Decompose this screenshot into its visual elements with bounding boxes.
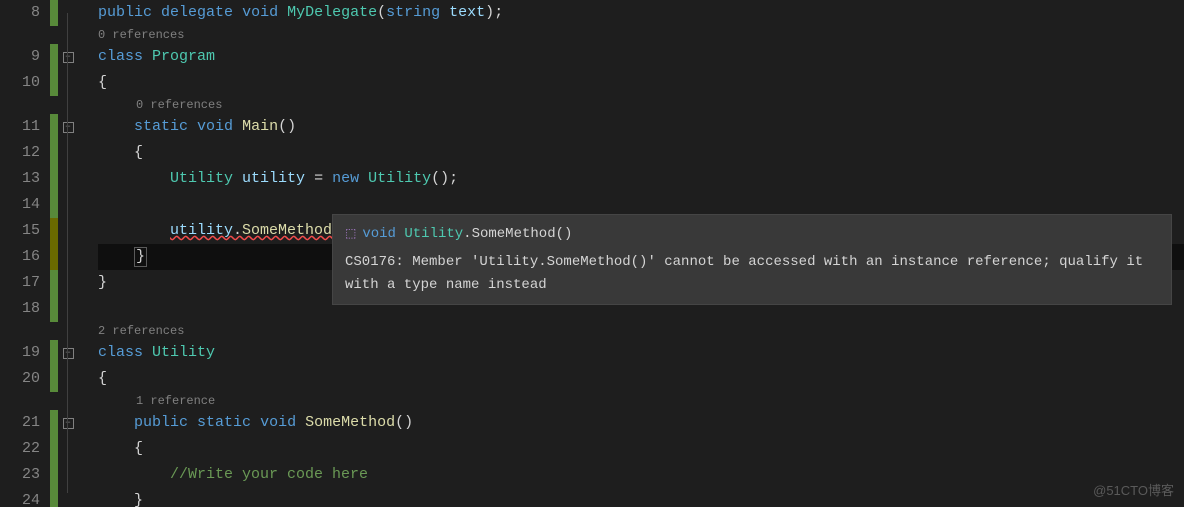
fold-toggle[interactable]: − bbox=[63, 418, 74, 429]
code-line: //Write your code here bbox=[98, 462, 1184, 488]
fold-toggle[interactable]: − bbox=[63, 122, 74, 133]
code-line: { bbox=[98, 70, 1184, 96]
line-number-gutter: 8 9 10 11 12 13 14 15 16 17 18 19 20 21 … bbox=[0, 0, 50, 507]
fold-gutter: − − − − bbox=[58, 0, 78, 507]
change-marks bbox=[50, 0, 58, 507]
code-line: Utility utility = new Utility(); bbox=[98, 166, 1184, 192]
code-line: public delegate void MyDelegate(string t… bbox=[98, 0, 1184, 26]
code-line: static void Main() bbox=[98, 114, 1184, 140]
tooltip-signature: ⬚void Utility.SomeMethod() bbox=[345, 223, 1159, 245]
codelens[interactable]: 1 reference bbox=[98, 392, 1184, 410]
codelens[interactable]: 0 references bbox=[98, 96, 1184, 114]
code-line: } bbox=[98, 488, 1184, 507]
code-line: class Program bbox=[98, 44, 1184, 70]
code-editor[interactable]: 8 9 10 11 12 13 14 15 16 17 18 19 20 21 … bbox=[0, 0, 1184, 507]
method-icon: ⬚ bbox=[345, 227, 356, 241]
code-line: class Utility bbox=[98, 340, 1184, 366]
code-line: public static void SomeMethod() bbox=[98, 410, 1184, 436]
fold-toggle[interactable]: − bbox=[63, 52, 74, 63]
codelens[interactable]: 2 references bbox=[98, 322, 1184, 340]
code-line: { bbox=[98, 140, 1184, 166]
code-line: { bbox=[98, 436, 1184, 462]
codelens[interactable]: 0 references bbox=[98, 26, 1184, 44]
tooltip-error-text: CS0176: Member 'Utility.SomeMethod()' ca… bbox=[345, 251, 1159, 296]
watermark: @51CTO博客 bbox=[1093, 480, 1174, 499]
code-line: { bbox=[98, 366, 1184, 392]
error-tooltip: ⬚void Utility.SomeMethod() CS0176: Membe… bbox=[332, 214, 1172, 305]
fold-toggle[interactable]: − bbox=[63, 348, 74, 359]
